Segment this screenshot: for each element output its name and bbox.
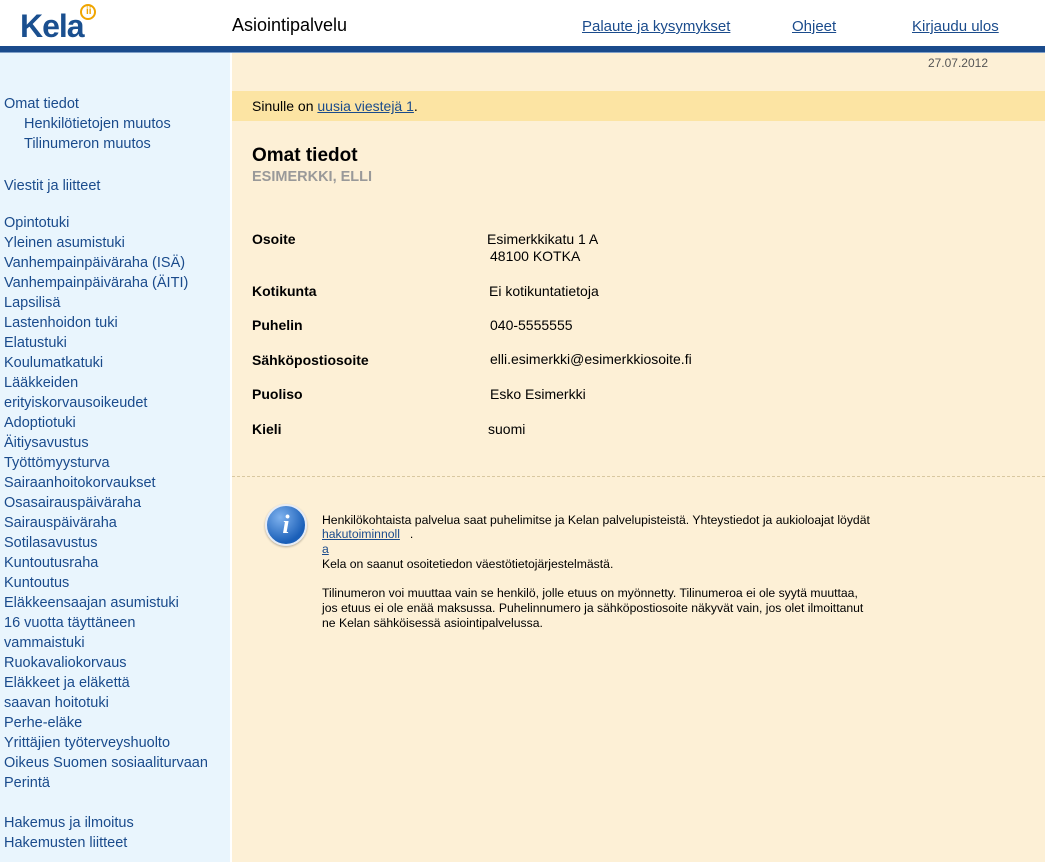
nav-vammaistuki[interactable]: vammaistuki [4,635,85,651]
nav-ruokavaliokorvaus[interactable]: Ruokavaliokorvaus [4,655,127,671]
info-icon: i [265,504,307,546]
nav-kuntoutus[interactable]: Kuntoutus [4,575,69,591]
message-suffix: . [413,98,418,114]
sidebar: Omat tiedot Henkilötietojen muutos Tilin… [0,53,230,862]
phone-label: Puhelin [252,317,303,333]
nav-tyottomyysturva[interactable]: Työttömyysturva [4,455,110,471]
email-label: Sähköpostiosoite [252,352,369,368]
message-notice-bar: Sinulle on uusia viestejä 1. [232,91,1045,121]
page-title: Omat tiedot [252,145,358,166]
address-label: Osoite [252,231,296,247]
nav-lapsilisa[interactable]: Lapsilisä [4,295,60,311]
logo-mark-icon: ii [80,4,96,20]
section-divider [232,476,1045,477]
info-link-wrap: a [322,542,329,556]
info-para2-line2: jos etuus ei ole enää maksussa. Puhelinn… [322,601,864,615]
nav-omat-tiedot[interactable]: Omat tiedot [4,96,79,112]
nav-saavan-hoitotuki[interactable]: saavan hoitotuki [4,695,109,711]
nav-hakemus-ja-ilmoitus[interactable]: Hakemus ja ilmoitus [4,815,134,831]
nav-sairaanhoitokorvaukset[interactable]: Sairaanhoitokorvaukset [4,475,156,491]
nav-sotilasavustus[interactable]: Sotilasavustus [4,535,98,551]
nav-erityiskorvausoikeudet[interactable]: erityiskorvausoikeudet [4,395,147,411]
feedback-link[interactable]: Palaute ja kysymykset [582,18,730,35]
search-function-link[interactable]: hakutoiminnoll [322,527,400,541]
municipality-value: Ei kotikuntatietoja [489,283,599,299]
new-messages-link[interactable]: uusia viestejä 1 [317,98,414,114]
nav-16-vuotta-tayttaneen[interactable]: 16 vuotta täyttäneen [4,615,135,631]
nav-henkilotietojen-muutos[interactable]: Henkilötietojen muutos [24,116,171,132]
header: Kela ii Asiointipalvelu Palaute ja kysym… [0,0,1045,46]
nav-tilinumeron-muutos[interactable]: Tilinumeron muutos [24,136,151,152]
nav-yrittajien-tyoterveyshuolto[interactable]: Yrittäjien työterveyshuolto [4,735,170,751]
info-text-line1: Henkilökohtaista palvelua saat puhelimit… [322,513,870,527]
app-title: Asiointipalvelu [232,15,348,35]
logout-link[interactable]: Kirjaudu ulos [912,18,999,35]
nav-perhe-elake[interactable]: Perhe-eläke [4,715,82,731]
logo-text: Kela [20,8,85,44]
nav-elakkeet-ja-elaketta[interactable]: Eläkkeet ja eläkettä [4,675,130,691]
nav-oikeus-suomen-sosiaaliturvaan[interactable]: Oikeus Suomen sosiaaliturvaan [4,755,208,771]
nav-hakemusten-liitteet[interactable]: Hakemusten liitteet [4,835,127,851]
nav-osasairauspaivaraha[interactable]: Osasairauspäiväraha [4,495,141,511]
nav-kuntoutusraha[interactable]: Kuntoutusraha [4,555,98,571]
search-function-link-cont[interactable]: a [322,542,329,556]
municipality-label: Kotikunta [252,283,317,299]
nav-lastenhoidon-tuki[interactable]: Lastenhoidon tuki [4,315,118,331]
help-link[interactable]: Ohjeet [792,18,836,35]
nav-opintotuki[interactable]: Opintotuki [4,215,69,231]
info-text-line3: Kela on saanut osoitetiedon väestötietoj… [322,557,614,571]
nav-elakkeensaajan-asumistuki[interactable]: Eläkkeensaajan asumistuki [4,595,179,611]
address-postal-value: 48100 KOTKA [490,248,581,264]
info-link-line: hakutoiminnoll. [322,527,413,541]
nav-vanhempainpaivaraha-isa[interactable]: Vanhempainpäiväraha (ISÄ) [4,255,185,271]
main-content: 27.07.2012 Sinulle on uusia viestejä 1. … [232,53,1045,862]
language-label: Kieli [252,421,282,437]
message-notice: Sinulle on uusia viestejä 1. [252,98,418,114]
info-para2-line3: ne Kelan sähköisessä asiointipalvelussa. [322,616,543,630]
nav-vanhempainpaivaraha-aiti[interactable]: Vanhempainpäiväraha (ÄITI) [4,275,188,291]
nav-yleinen-asumistuki[interactable]: Yleinen asumistuki [4,235,125,251]
nav-aitiysavustus[interactable]: Äitiysavustus [4,435,89,451]
info-link-suffix: . [409,527,414,541]
address-value: Esimerkkikatu 1 A [487,231,599,247]
person-name: ESIMERKKI, ELLI [252,169,373,185]
nav-sairauspaivaraha[interactable]: Sairauspäiväraha [4,515,117,531]
nav-laakkeiden[interactable]: Lääkkeiden [4,375,78,391]
spouse-value: Esko Esimerkki [490,386,586,402]
nav-adoptiotuki[interactable]: Adoptiotuki [4,415,76,431]
current-date: 27.07.2012 [927,56,988,70]
nav-viestit-ja-liitteet[interactable]: Viestit ja liitteet [4,178,100,194]
nav-elatustuki[interactable]: Elatustuki [4,335,67,351]
nav-perinta[interactable]: Perintä [4,775,50,791]
phone-value: 040-5555555 [490,317,573,333]
email-value: elli.esimerkki@esimerkkiosoite.fi [490,351,692,367]
message-prefix: Sinulle on [252,98,318,114]
spouse-label: Puoliso [252,386,303,402]
language-value: suomi [488,421,526,437]
kela-logo[interactable]: Kela ii [20,4,110,44]
info-para2-line1: Tilinumeron voi muuttaa vain se henkilö,… [322,586,858,600]
nav-koulumatkatuki[interactable]: Koulumatkatuki [4,355,103,371]
header-divider [0,46,1045,53]
